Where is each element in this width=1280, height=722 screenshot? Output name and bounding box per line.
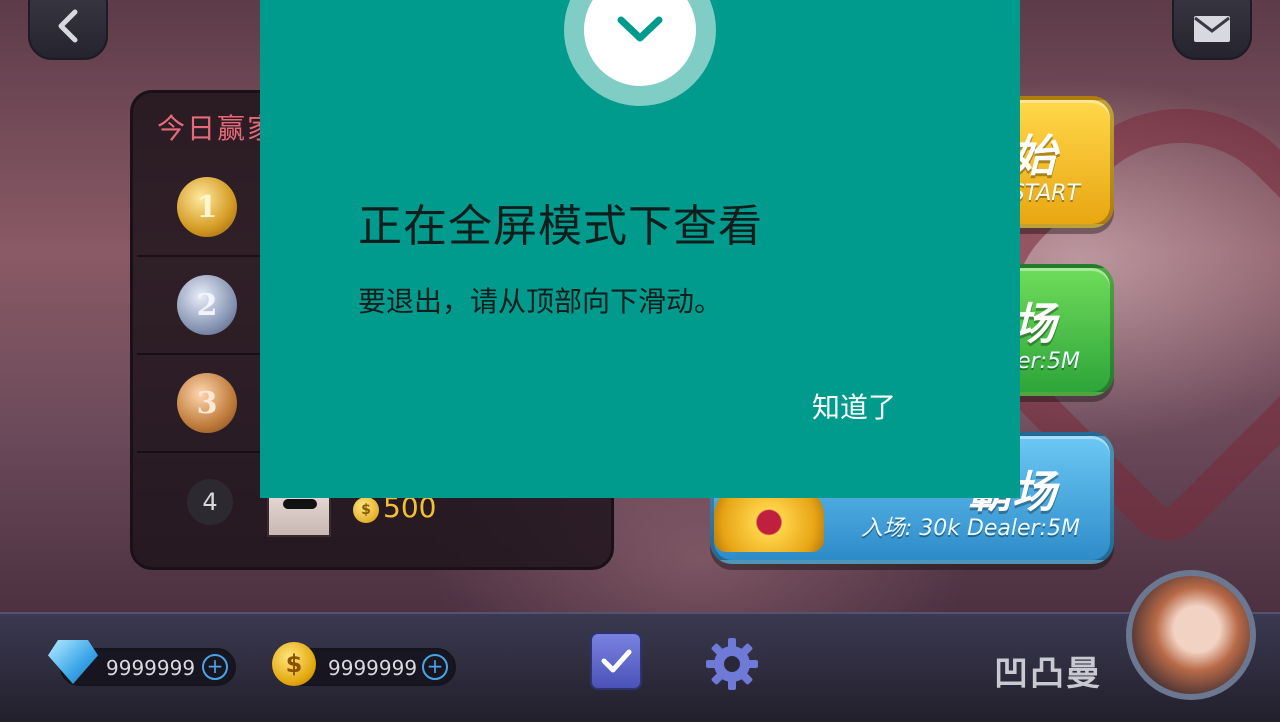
dialog-title: 正在全屏模式下查看 (358, 201, 763, 252)
room-subtitle: 入场: 30k Dealer:5M (860, 516, 1080, 541)
dismiss-button[interactable]: 知道了 (808, 384, 900, 428)
mail-button[interactable] (1172, 0, 1252, 60)
settings-button[interactable] (702, 634, 762, 694)
checklist-icon (601, 649, 632, 673)
tasks-button[interactable] (590, 632, 642, 690)
mail-icon (1194, 16, 1230, 42)
dialog-badge (564, 0, 716, 106)
chevron-left-icon (58, 9, 78, 43)
leaderboard-title: 今日赢家 (157, 112, 278, 145)
coin-icon: $ (353, 497, 379, 523)
rank-number: 4 (187, 479, 233, 525)
add-gold-button[interactable]: + (422, 654, 448, 680)
username-label: 凹凸曼 (994, 654, 1102, 694)
gear-icon (706, 638, 758, 690)
profile-avatar[interactable] (1126, 570, 1256, 700)
bronze-medal-icon: 3 (177, 373, 237, 433)
gold-amount: 9999999 (328, 656, 418, 680)
fullscreen-notice-dialog: 正在全屏模式下查看 要退出，请从顶部向下滑动。 知道了 (260, 0, 1020, 498)
silver-medal-icon: 2 (177, 275, 237, 335)
add-diamond-button[interactable]: + (202, 654, 228, 680)
chevron-down-icon (617, 16, 663, 42)
back-button[interactable] (28, 0, 108, 60)
gold-medal-icon: 1 (177, 177, 237, 237)
dialog-description: 要退出，请从顶部向下滑动。 (358, 285, 723, 318)
room-subtitle: START (1010, 181, 1080, 206)
diamond-amount: 9999999 (106, 656, 196, 680)
gold-coin-icon: $ (272, 642, 316, 686)
